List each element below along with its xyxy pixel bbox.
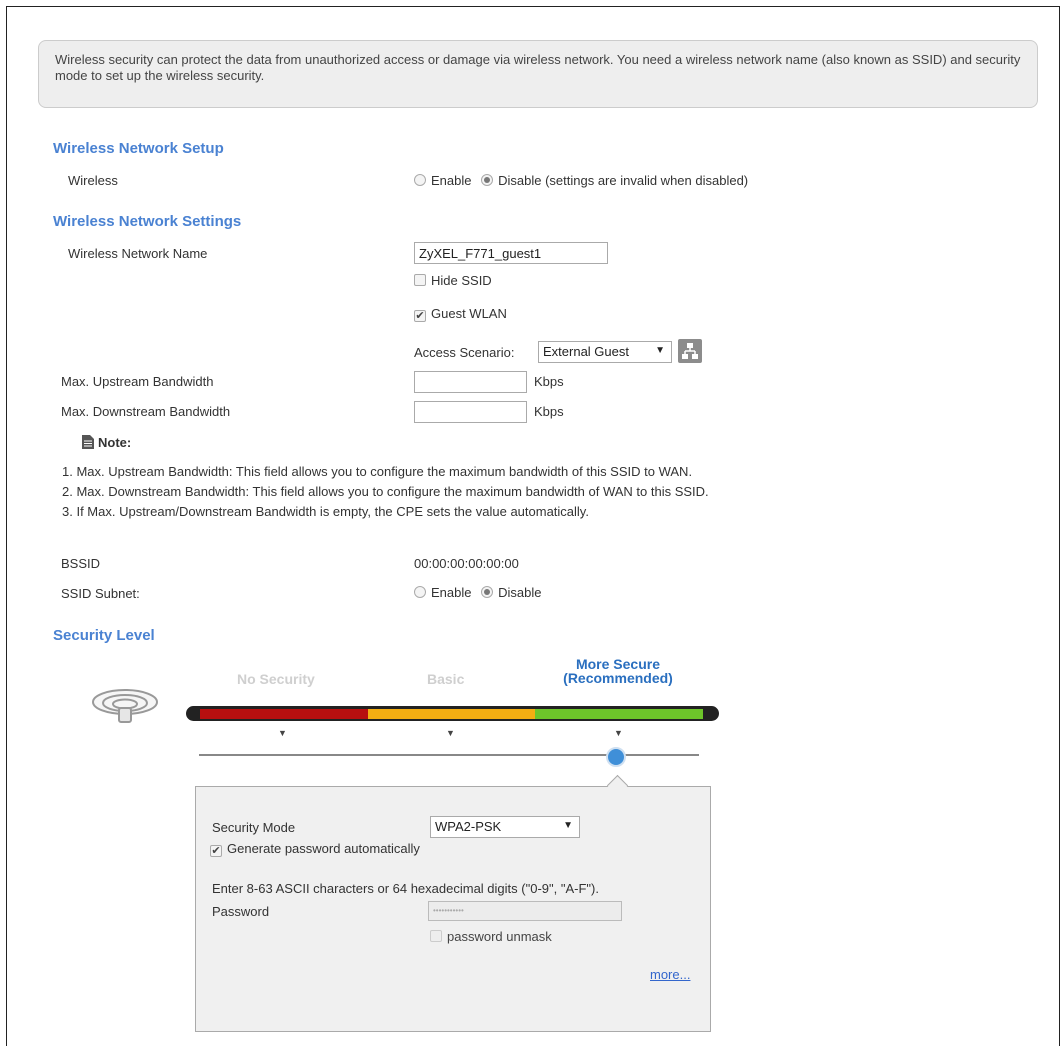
guest-wlan-row: ✔ Guest WLAN <box>414 306 507 322</box>
wireless-enable-label: Enable <box>431 173 472 188</box>
note-item: 3. If Max. Upstream/Downstream Bandwidth… <box>62 504 589 519</box>
dropdown-arrow-icon: ▼ <box>655 345 665 356</box>
level-more-secure-line2: (Recommended) <box>563 670 673 686</box>
wireless-disable-radio[interactable] <box>481 174 494 186</box>
upstream-input[interactable] <box>414 371 527 393</box>
hide-ssid-checkbox[interactable] <box>414 274 426 286</box>
network-topology-icon[interactable] <box>678 339 702 363</box>
security-mode-value: WPA2-PSK <box>435 819 502 834</box>
security-mode-select[interactable]: WPA2-PSK ▼ <box>430 816 580 838</box>
ssid-subnet-disable-radio[interactable] <box>481 586 494 598</box>
password-input[interactable]: ••••••••••• <box>428 901 622 921</box>
ssid-subnet-radio-group: Enable Disable <box>414 585 541 600</box>
wireless-disable-label: Disable (settings are invalid when disab… <box>498 173 749 188</box>
access-scenario-label: Access Scenario: <box>414 345 515 360</box>
downstream-unit: Kbps <box>534 404 564 419</box>
note-list: 1. Max. Upstream Bandwidth: This field a… <box>62 462 709 522</box>
network-name-input[interactable] <box>414 242 608 264</box>
level-more-secure[interactable]: More Secure (Recommended) <box>551 657 685 685</box>
note-item: 1. Max. Upstream Bandwidth: This field a… <box>62 464 693 479</box>
hide-ssid-row: Hide SSID <box>414 273 492 288</box>
more-link[interactable]: more... <box>650 967 690 982</box>
security-heading: Security Level <box>53 627 155 644</box>
downstream-label: Max. Downstream Bandwidth <box>61 404 231 419</box>
upstream-unit: Kbps <box>534 374 564 389</box>
ssid-subnet-label: SSID Subnet: <box>61 586 140 601</box>
wifi-router-icon <box>90 686 160 731</box>
password-unmask-checkbox[interactable] <box>430 930 442 942</box>
note-item: 2. Max. Downstream Bandwidth: This field… <box>62 484 709 499</box>
level-no-security[interactable]: No Security <box>237 671 315 687</box>
note-title: Note: <box>98 435 132 450</box>
access-scenario-select[interactable]: External Guest ▼ <box>538 341 672 363</box>
access-scenario-value: External Guest <box>543 344 629 359</box>
level-marker-icon: ▼ <box>278 728 287 738</box>
bar-segment-more-secure <box>535 709 703 719</box>
document-icon <box>82 435 94 452</box>
upstream-label: Max. Upstream Bandwidth <box>61 374 214 389</box>
wireless-label: Wireless <box>68 173 118 188</box>
bssid-label: BSSID <box>61 556 101 571</box>
bssid-value: 00:00:00:00:00:00 <box>414 556 519 571</box>
security-slider-handle[interactable] <box>606 747 626 767</box>
password-unmask-label: password unmask <box>447 929 552 944</box>
downstream-input[interactable] <box>414 401 527 423</box>
bar-segment-basic <box>368 709 535 719</box>
dropdown-arrow-icon: ▼ <box>563 820 573 831</box>
guest-wlan-label: Guest WLAN <box>431 306 507 321</box>
note-heading: Note: <box>82 435 131 452</box>
intro-box: Wireless security can protect the data f… <box>38 40 1038 108</box>
generate-password-checkbox[interactable]: ✔ <box>210 845 222 857</box>
password-hint: Enter 8-63 ASCII characters or 64 hexade… <box>212 881 599 896</box>
setup-heading: Wireless Network Setup <box>53 140 224 157</box>
ssid-subnet-enable-radio[interactable] <box>414 586 426 598</box>
guest-wlan-checkbox[interactable]: ✔ <box>414 310 426 322</box>
generate-password-label: Generate password automatically <box>227 841 420 856</box>
level-basic[interactable]: Basic <box>427 671 464 687</box>
security-level-bar <box>186 706 719 721</box>
password-unmask-row: password unmask <box>430 929 552 944</box>
password-label: Password <box>212 904 270 919</box>
wireless-radio-group: Enable Disable (settings are invalid whe… <box>414 173 748 188</box>
level-marker-icon: ▼ <box>614 728 623 738</box>
settings-heading: Wireless Network Settings <box>53 213 242 230</box>
generate-password-row: ✔ Generate password automatically <box>210 841 420 857</box>
security-settings-panel: Security Mode WPA2-PSK ▼ ✔ Generate passw… <box>195 774 711 1032</box>
hide-ssid-label: Hide SSID <box>431 273 492 288</box>
level-marker-icon: ▼ <box>446 728 455 738</box>
level-more-secure-line1: More Secure <box>575 656 661 672</box>
ssid-subnet-disable-label: Disable <box>498 585 542 600</box>
network-name-label: Wireless Network Name <box>68 246 208 261</box>
security-mode-label: Security Mode <box>212 820 296 835</box>
wireless-enable-radio[interactable] <box>414 174 426 186</box>
bar-segment-no-security <box>200 709 368 719</box>
intro-text: Wireless security can protect the data f… <box>55 52 1021 83</box>
ssid-subnet-enable-label: Enable <box>431 585 472 600</box>
